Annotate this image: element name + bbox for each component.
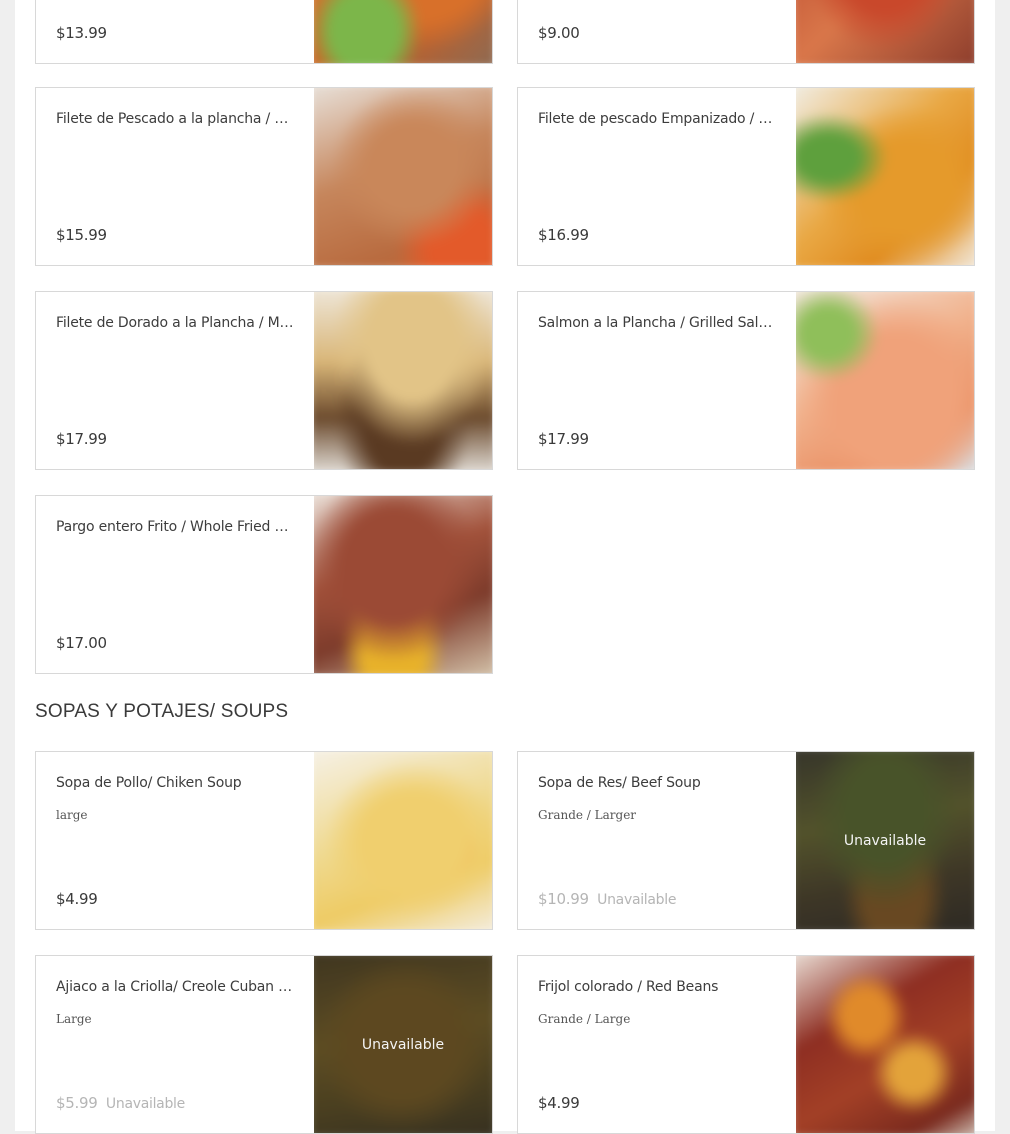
menu-item-card[interactable]: Salmon a la Plancha / Grilled Salmon $17… — [517, 291, 975, 470]
menu-item-card[interactable]: Filete de Pescado a la plancha / Fish ..… — [35, 87, 493, 266]
chicken-soup-photo-icon — [314, 752, 492, 929]
item-title: Sopa de Pollo/ Chiken Soup — [56, 775, 242, 791]
item-price: $10.99 — [538, 890, 589, 908]
unavailable-label: Unavailable — [105, 1096, 185, 1112]
item-price: $17.00 — [56, 634, 107, 652]
item-description: large — [56, 808, 88, 822]
item-title: Filete de Dorado a la Plancha / Mahi... — [56, 315, 294, 331]
item-price-row: $5.99 Unavailable — [56, 1094, 185, 1112]
red-dish-photo-icon — [796, 0, 974, 63]
item-price: $5.99 — [56, 1094, 98, 1112]
item-price-row: $10.99 Unavailable — [538, 890, 676, 908]
item-price: $17.99 — [538, 430, 589, 448]
item-description: Large — [56, 1012, 92, 1026]
breaded-fish-photo-icon — [796, 88, 974, 265]
unavailable-overlay: Unavailable — [796, 752, 974, 929]
menu-item-card[interactable]: Frijol colorado / Red Beans Grande / Lar… — [517, 955, 975, 1134]
item-price: $9.00 — [538, 24, 580, 42]
item-description: Grande / Large — [538, 1012, 631, 1026]
menu-item-card[interactable]: $13.99 — [35, 0, 493, 64]
item-description: Grande / Larger — [538, 808, 637, 822]
menu-item-card[interactable]: Filete de pescado Empanizado / Bre... $1… — [517, 87, 975, 266]
item-price: $15.99 — [56, 226, 107, 244]
item-title: Ajiaco a la Criolla/ Creole Cuban So... — [56, 979, 294, 995]
menu-item-card[interactable]: Sopa de Pollo/ Chiken Soup large $4.99 — [35, 751, 493, 930]
item-title: Filete de Pescado a la plancha / Fish ..… — [56, 111, 294, 127]
menu-page: $13.99 $9.00 Filete de Pescado a la plan… — [15, 0, 995, 1134]
item-title: Salmon a la Plancha / Grilled Salmon — [538, 315, 776, 331]
menu-item-card-unavailable[interactable]: Sopa de Res/ Beef Soup Grande / Larger $… — [517, 751, 975, 930]
grilled-fish-photo-icon — [314, 88, 492, 265]
item-title: Sopa de Res/ Beef Soup — [538, 775, 701, 791]
item-price: $13.99 — [56, 24, 107, 42]
mahi-photo-icon — [314, 292, 492, 469]
menu-item-card[interactable]: Pargo entero Frito / Whole Fried Sn... $… — [35, 495, 493, 674]
burger-photo-icon — [314, 0, 492, 63]
menu-item-card-unavailable[interactable]: Ajiaco a la Criolla/ Creole Cuban So... … — [35, 955, 493, 1134]
item-price: $17.99 — [56, 430, 107, 448]
item-price: $4.99 — [538, 1094, 580, 1112]
item-title: Filete de pescado Empanizado / Bre... — [538, 111, 776, 127]
beef-soup-photo-icon: Unavailable — [796, 752, 974, 929]
ajiaco-photo-icon: Unavailable — [314, 956, 492, 1133]
menu-item-card[interactable]: $9.00 — [517, 0, 975, 64]
item-title: Frijol colorado / Red Beans — [538, 979, 719, 995]
salmon-photo-icon — [796, 292, 974, 469]
unavailable-overlay: Unavailable — [314, 956, 492, 1133]
item-price: $4.99 — [56, 890, 98, 908]
item-price: $16.99 — [538, 226, 589, 244]
menu-item-card[interactable]: Filete de Dorado a la Plancha / Mahi... … — [35, 291, 493, 470]
item-title: Pargo entero Frito / Whole Fried Sn... — [56, 519, 294, 535]
section-title: SOPAS Y POTAJES/ SOUPS — [35, 701, 289, 722]
snapper-photo-icon — [314, 496, 492, 673]
red-beans-photo-icon — [796, 956, 974, 1133]
unavailable-label: Unavailable — [597, 892, 677, 908]
